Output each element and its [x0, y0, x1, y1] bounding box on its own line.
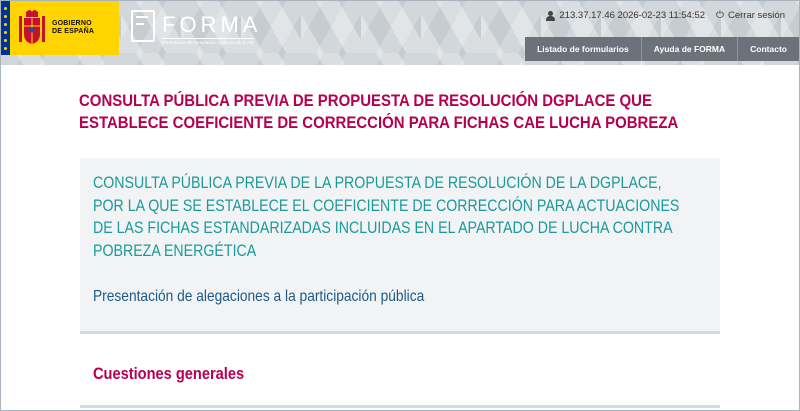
section-title: Cuestiones generales — [93, 364, 245, 383]
site-header: GOBIERNO DE ESPAÑA FORMA Formularios de … — [1, 1, 799, 65]
page-title: CONSULTA PÚBLICA PREVIA DE PROPUESTA DE … — [79, 91, 679, 132]
coat-of-arms-icon — [19, 8, 45, 44]
forma-logo[interactable]: FORMA Formularios de Ordenación y Mejora… — [131, 10, 257, 50]
gobierno-espana-logo[interactable]: GOBIERNO DE ESPAÑA — [1, 1, 119, 55]
forma-subtitle: Formularios de Ordenación y Mejora de la… — [162, 38, 254, 45]
nav-ayuda-forma[interactable]: Ayuda de FORMA — [640, 37, 738, 61]
section-cuestiones-generales: Cuestiones generales — [80, 336, 720, 408]
power-icon[interactable]: ⏻ — [716, 10, 724, 21]
forma-wordmark: FORMA — [162, 12, 262, 37]
nav-contacto[interactable]: Contacto — [737, 37, 799, 61]
session-ip-time: 213.37.17.46 2026-02-23 11:54:52 — [559, 10, 706, 21]
session-info: 213.37.17.46 2026-02-23 11:54:52 ⏻ Cerra… — [546, 10, 785, 21]
user-icon — [546, 10, 556, 21]
form-heading: CONSULTA PÚBLICA PREVIA DE LA PROPUESTA … — [93, 174, 680, 260]
top-navigation: Listado de formularios Ayuda de FORMA Co… — [525, 37, 799, 61]
logout-link[interactable]: Cerrar sesión — [728, 10, 785, 21]
form-header-card: CONSULTA PÚBLICA PREVIA DE LA PROPUESTA … — [80, 158, 720, 334]
nav-listado-formularios[interactable]: Listado de formularios — [525, 37, 641, 61]
forma-document-icon — [131, 10, 155, 42]
gov-logo-text: GOBIERNO DE ESPAÑA — [52, 20, 95, 35]
eu-flag-icon — [1, 1, 10, 55]
form-subheading: Presentación de alegaciones a la partici… — [93, 288, 425, 305]
